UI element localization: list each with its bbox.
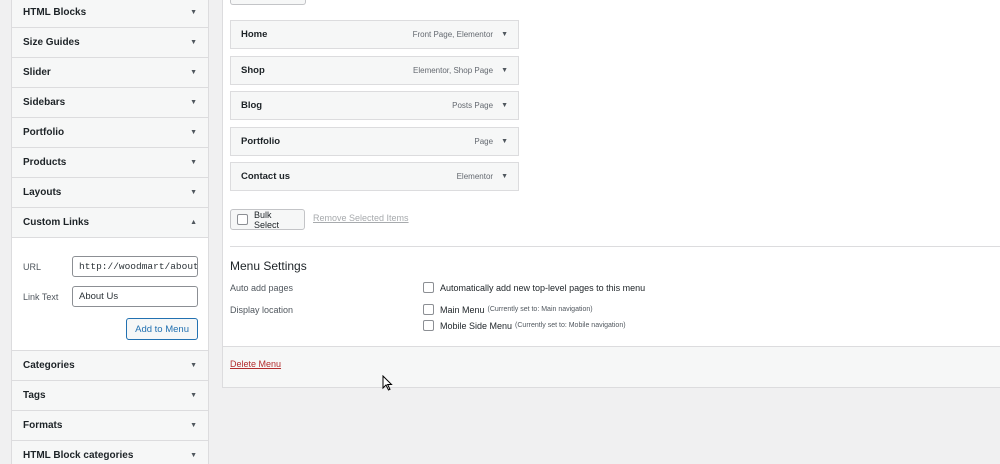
bulk-select-label: Bulk Select [254,209,280,230]
auto-add-option[interactable]: Automatically add new top-level pages to… [423,282,645,293]
main-menu-checkbox[interactable] [423,304,434,315]
main-menu-note: (Currently set to: Main navigation) [487,306,593,313]
auto-add-pages-label: Auto add pages [230,283,294,293]
caret-down-icon[interactable]: ▼ [501,138,508,145]
accordion-label: Custom Links [23,217,90,228]
main-menu-location-option[interactable]: Main Menu (Currently set to: Main naviga… [423,304,593,315]
mobile-menu-note: (Currently set to: Mobile navigation) [515,322,626,329]
top-button-stub [230,0,306,5]
remove-selected-items-link[interactable]: Remove Selected Items [313,213,409,223]
section-divider [230,246,1000,247]
add-menu-items-panel: HTML Blocks ▼ Size Guides ▼ Slider ▼ Sideba… [11,0,209,464]
caret-down-icon: ▼ [190,189,197,196]
menu-item-title: Contact us [241,171,291,182]
accordion-portfolio[interactable]: Portfolio ▼ [12,118,208,148]
menu-item-type: Elementor, Shop Page [413,66,494,75]
caret-down-icon[interactable]: ▼ [501,31,508,38]
caret-down-icon: ▼ [190,392,197,399]
link-text-row: Link Text About Us [23,286,198,307]
caret-down-icon: ▼ [190,129,197,136]
accordion-html-blocks[interactable]: HTML Blocks ▼ [12,0,208,28]
bulk-select-checkbox[interactable] [237,214,248,225]
display-location-label: Display location [230,305,294,315]
accordion-label: HTML Block categories [23,450,134,461]
url-input[interactable]: http://woodmart/about [72,256,198,277]
link-text-input[interactable]: About Us [72,286,198,307]
accordion-categories[interactable]: Categories ▼ [12,351,208,381]
menu-item-blog[interactable]: Blog Posts Page ▼ [230,91,519,120]
accordion-html-block-categories[interactable]: HTML Block categories ▼ [12,441,208,464]
accordion-slider[interactable]: Slider ▼ [12,58,208,88]
menu-item-title: Home [241,29,268,40]
accordion-label: Portfolio [23,127,65,138]
menu-item-type: Page [474,137,494,146]
link-text-label: Link Text [23,291,59,302]
menu-item-title: Blog [241,100,263,111]
caret-down-icon: ▼ [190,9,197,16]
menu-item-contact-us[interactable]: Contact us Elementor ▼ [230,162,519,191]
accordion-label: Size Guides [23,37,80,48]
caret-down-icon: ▼ [190,39,197,46]
accordion-label: HTML Blocks [23,7,87,18]
accordion-label: Formats [23,420,63,431]
menu-item-portfolio[interactable]: Portfolio Page ▼ [230,127,519,156]
auto-add-option-label: Automatically add new top-level pages to… [440,282,646,293]
caret-down-icon: ▼ [190,159,197,166]
caret-down-icon[interactable]: ▼ [501,67,508,74]
mouse-pointer-icon [382,375,393,391]
accordion-label: Categories [23,360,75,371]
mobile-menu-location-option[interactable]: Mobile Side Menu (Currently set to: Mobi… [423,320,626,331]
accordion-label: Products [23,157,67,168]
mobile-menu-label: Mobile Side Menu [440,320,513,331]
menu-footer: Delete Menu [223,346,1000,387]
menu-item-type: Front Page, Elementor [412,30,494,39]
caret-down-icon: ▼ [190,69,197,76]
accordion-custom-links[interactable]: Custom Links ▲ [12,208,208,238]
menu-structure-panel: Home Front Page, Elementor ▼ Shop Elemen… [222,0,1000,388]
accordion-tags[interactable]: Tags ▼ [12,381,208,411]
add-to-menu-button[interactable]: Add to Menu [126,318,198,340]
delete-menu-link[interactable]: Delete Menu [230,359,281,369]
accordion-label: Slider [23,67,51,78]
menu-item-shop[interactable]: Shop Elementor, Shop Page ▼ [230,56,519,85]
url-row: URL http://woodmart/about [23,256,198,277]
accordion-products[interactable]: Products ▼ [12,148,208,178]
caret-down-icon[interactable]: ▼ [501,173,508,180]
accordion-layouts[interactable]: Layouts ▼ [12,178,208,208]
auto-add-checkbox[interactable] [423,282,434,293]
menu-item-title: Shop [241,65,265,76]
caret-down-icon: ▼ [190,422,197,429]
bulk-select-button[interactable]: Bulk Select [230,209,305,230]
main-menu-label: Main Menu [440,304,485,315]
caret-up-icon: ▲ [190,219,197,226]
caret-down-icon: ▼ [190,99,197,106]
caret-down-icon: ▼ [190,362,197,369]
accordion-label: Tags [23,390,46,401]
mobile-menu-checkbox[interactable] [423,320,434,331]
accordion-label: Sidebars [23,97,66,108]
url-label: URL [23,261,42,272]
custom-links-form: URL http://woodmart/about Link Text Abou… [12,238,208,351]
menu-item-title: Portfolio [241,136,281,147]
menu-item-type: Posts Page [452,101,494,110]
accordion-label: Layouts [23,187,62,198]
menu-item-home[interactable]: Home Front Page, Elementor ▼ [230,20,519,49]
accordion-size-guides[interactable]: Size Guides ▼ [12,28,208,58]
menu-settings-title: Menu Settings [230,259,307,273]
caret-down-icon[interactable]: ▼ [501,102,508,109]
accordion-formats[interactable]: Formats ▼ [12,411,208,441]
menu-item-type: Elementor [456,172,494,181]
accordion-sidebars[interactable]: Sidebars ▼ [12,88,208,118]
caret-down-icon: ▼ [190,452,197,459]
